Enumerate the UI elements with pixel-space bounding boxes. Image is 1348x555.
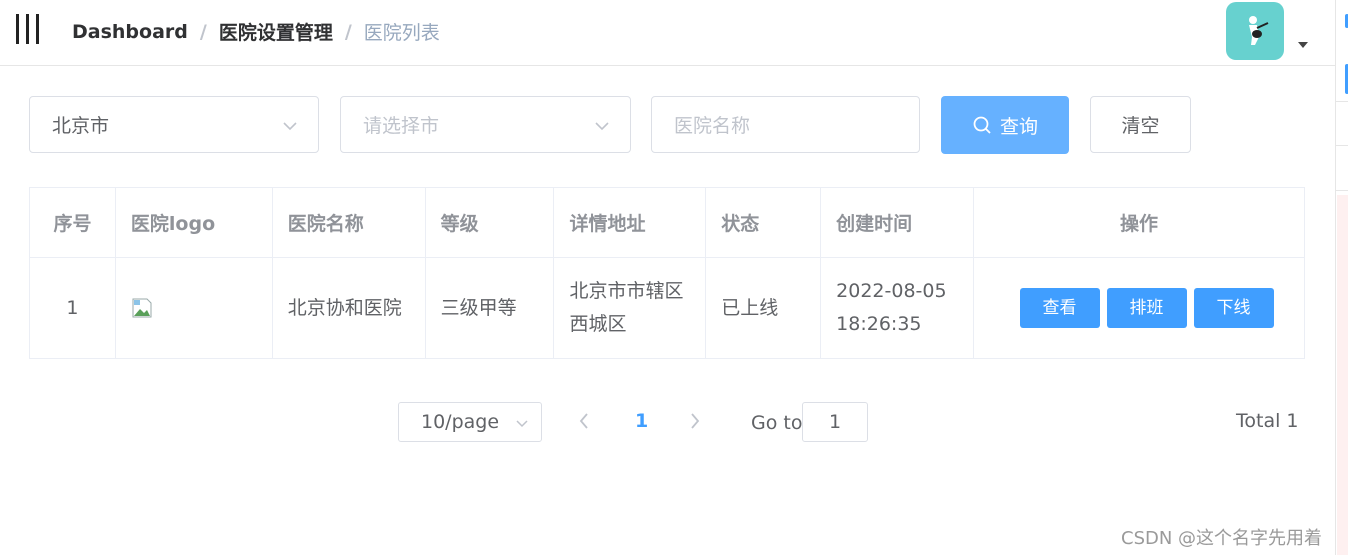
breadcrumb-dashboard[interactable]: Dashboard	[72, 21, 188, 43]
goto-label: Go to	[751, 412, 803, 434]
header-actions: 操作	[973, 187, 1305, 258]
hospital-name-input[interactable]: 医院名称	[651, 96, 920, 153]
header-logo: 医院logo	[114, 187, 273, 258]
navbar: Dashboard / 医院设置管理 / 医院列表	[0, 0, 1335, 66]
clear-label: 清空	[1121, 115, 1160, 137]
header-status: 状态	[705, 187, 822, 258]
cell-address: 北京市市辖区西城区	[553, 257, 707, 359]
cell-logo	[114, 257, 273, 359]
watermark: CSDN @这个名字先用着	[1121, 528, 1323, 549]
header-index: 序号	[29, 187, 116, 258]
breadcrumb-separator: /	[344, 20, 352, 43]
total-count: Total 1	[1236, 410, 1299, 432]
main-panel: Dashboard / 医院设置管理 / 医院列表 北京市 请选择市 医院名称 …	[0, 0, 1335, 555]
hospital-table: 序号 医院logo 医院名称 等级 详情地址 状态 创建时间 操作 1 北京协和…	[29, 187, 1305, 359]
cell-index: 1	[29, 257, 116, 359]
cell-level: 三级甲等	[424, 257, 555, 359]
breadcrumb: Dashboard / 医院设置管理 / 医院列表	[72, 18, 440, 45]
page-size-select[interactable]: 10/page	[398, 402, 542, 442]
schedule-button[interactable]: 排班	[1106, 288, 1187, 328]
chevron-down-icon	[516, 420, 528, 428]
cell-created: 2022-08-05 18:26:35	[820, 257, 975, 359]
breadcrumb-hospital-list: 医院列表	[363, 22, 440, 44]
right-edge-panel	[1335, 0, 1348, 555]
page-size-value: 10/page	[421, 411, 500, 433]
city-select[interactable]: 请选择市	[340, 96, 631, 153]
goto-page-input[interactable]: 1	[802, 402, 868, 442]
chevron-down-icon	[283, 122, 297, 131]
breadcrumb-hospital-settings[interactable]: 医院设置管理	[219, 18, 333, 45]
chevron-down-icon	[595, 122, 609, 131]
edge-divider	[1336, 190, 1348, 191]
breadcrumb-separator: /	[199, 20, 207, 43]
city-placeholder: 请选择市	[363, 115, 440, 137]
page-number-current[interactable]: 1	[635, 410, 648, 432]
prev-page-icon[interactable]	[577, 411, 591, 431]
province-select[interactable]: 北京市	[29, 96, 319, 153]
edge-divider	[1336, 145, 1348, 146]
edge-divider	[1336, 101, 1348, 102]
action-buttons: 查看 排班 下线	[989, 288, 1304, 328]
hospital-name-placeholder: 医院名称	[674, 115, 751, 137]
user-menu-caret-icon[interactable]	[1298, 42, 1308, 48]
query-button[interactable]: 查询	[941, 96, 1069, 154]
offline-button[interactable]: 下线	[1193, 288, 1274, 328]
edge-highlight	[1337, 195, 1348, 555]
header-level: 等级	[424, 187, 555, 258]
avatar[interactable]	[1226, 2, 1284, 60]
table-row: 1 北京协和医院 三级甲等 北京市市辖区西城区 已上线 2022-08-05 1…	[29, 257, 1305, 359]
goto-page-value: 1	[828, 411, 842, 433]
clear-button[interactable]: 清空	[1090, 96, 1191, 153]
cell-name: 北京协和医院	[271, 257, 426, 359]
cell-status: 已上线	[705, 257, 822, 359]
next-page-icon[interactable]	[688, 411, 702, 431]
app: Dashboard / 医院设置管理 / 医院列表 北京市 请选择市 医院名称 …	[0, 0, 1348, 555]
search-icon	[973, 116, 991, 134]
header-address: 详情地址	[553, 187, 707, 258]
province-value: 北京市	[52, 115, 110, 137]
query-label: 查询	[999, 115, 1038, 138]
broken-image-icon	[132, 298, 152, 318]
header-created: 创建时间	[820, 187, 975, 258]
table-header-row: 序号 医院logo 医院名称 等级 详情地址 状态 创建时间 操作	[29, 187, 1305, 258]
avatar-figure-icon	[1249, 16, 1269, 45]
view-button[interactable]: 查看	[1019, 288, 1100, 328]
cell-actions: 查看 排班 下线	[973, 257, 1305, 359]
hamburger-icon[interactable]	[16, 14, 40, 44]
header-name: 医院名称	[271, 187, 426, 258]
